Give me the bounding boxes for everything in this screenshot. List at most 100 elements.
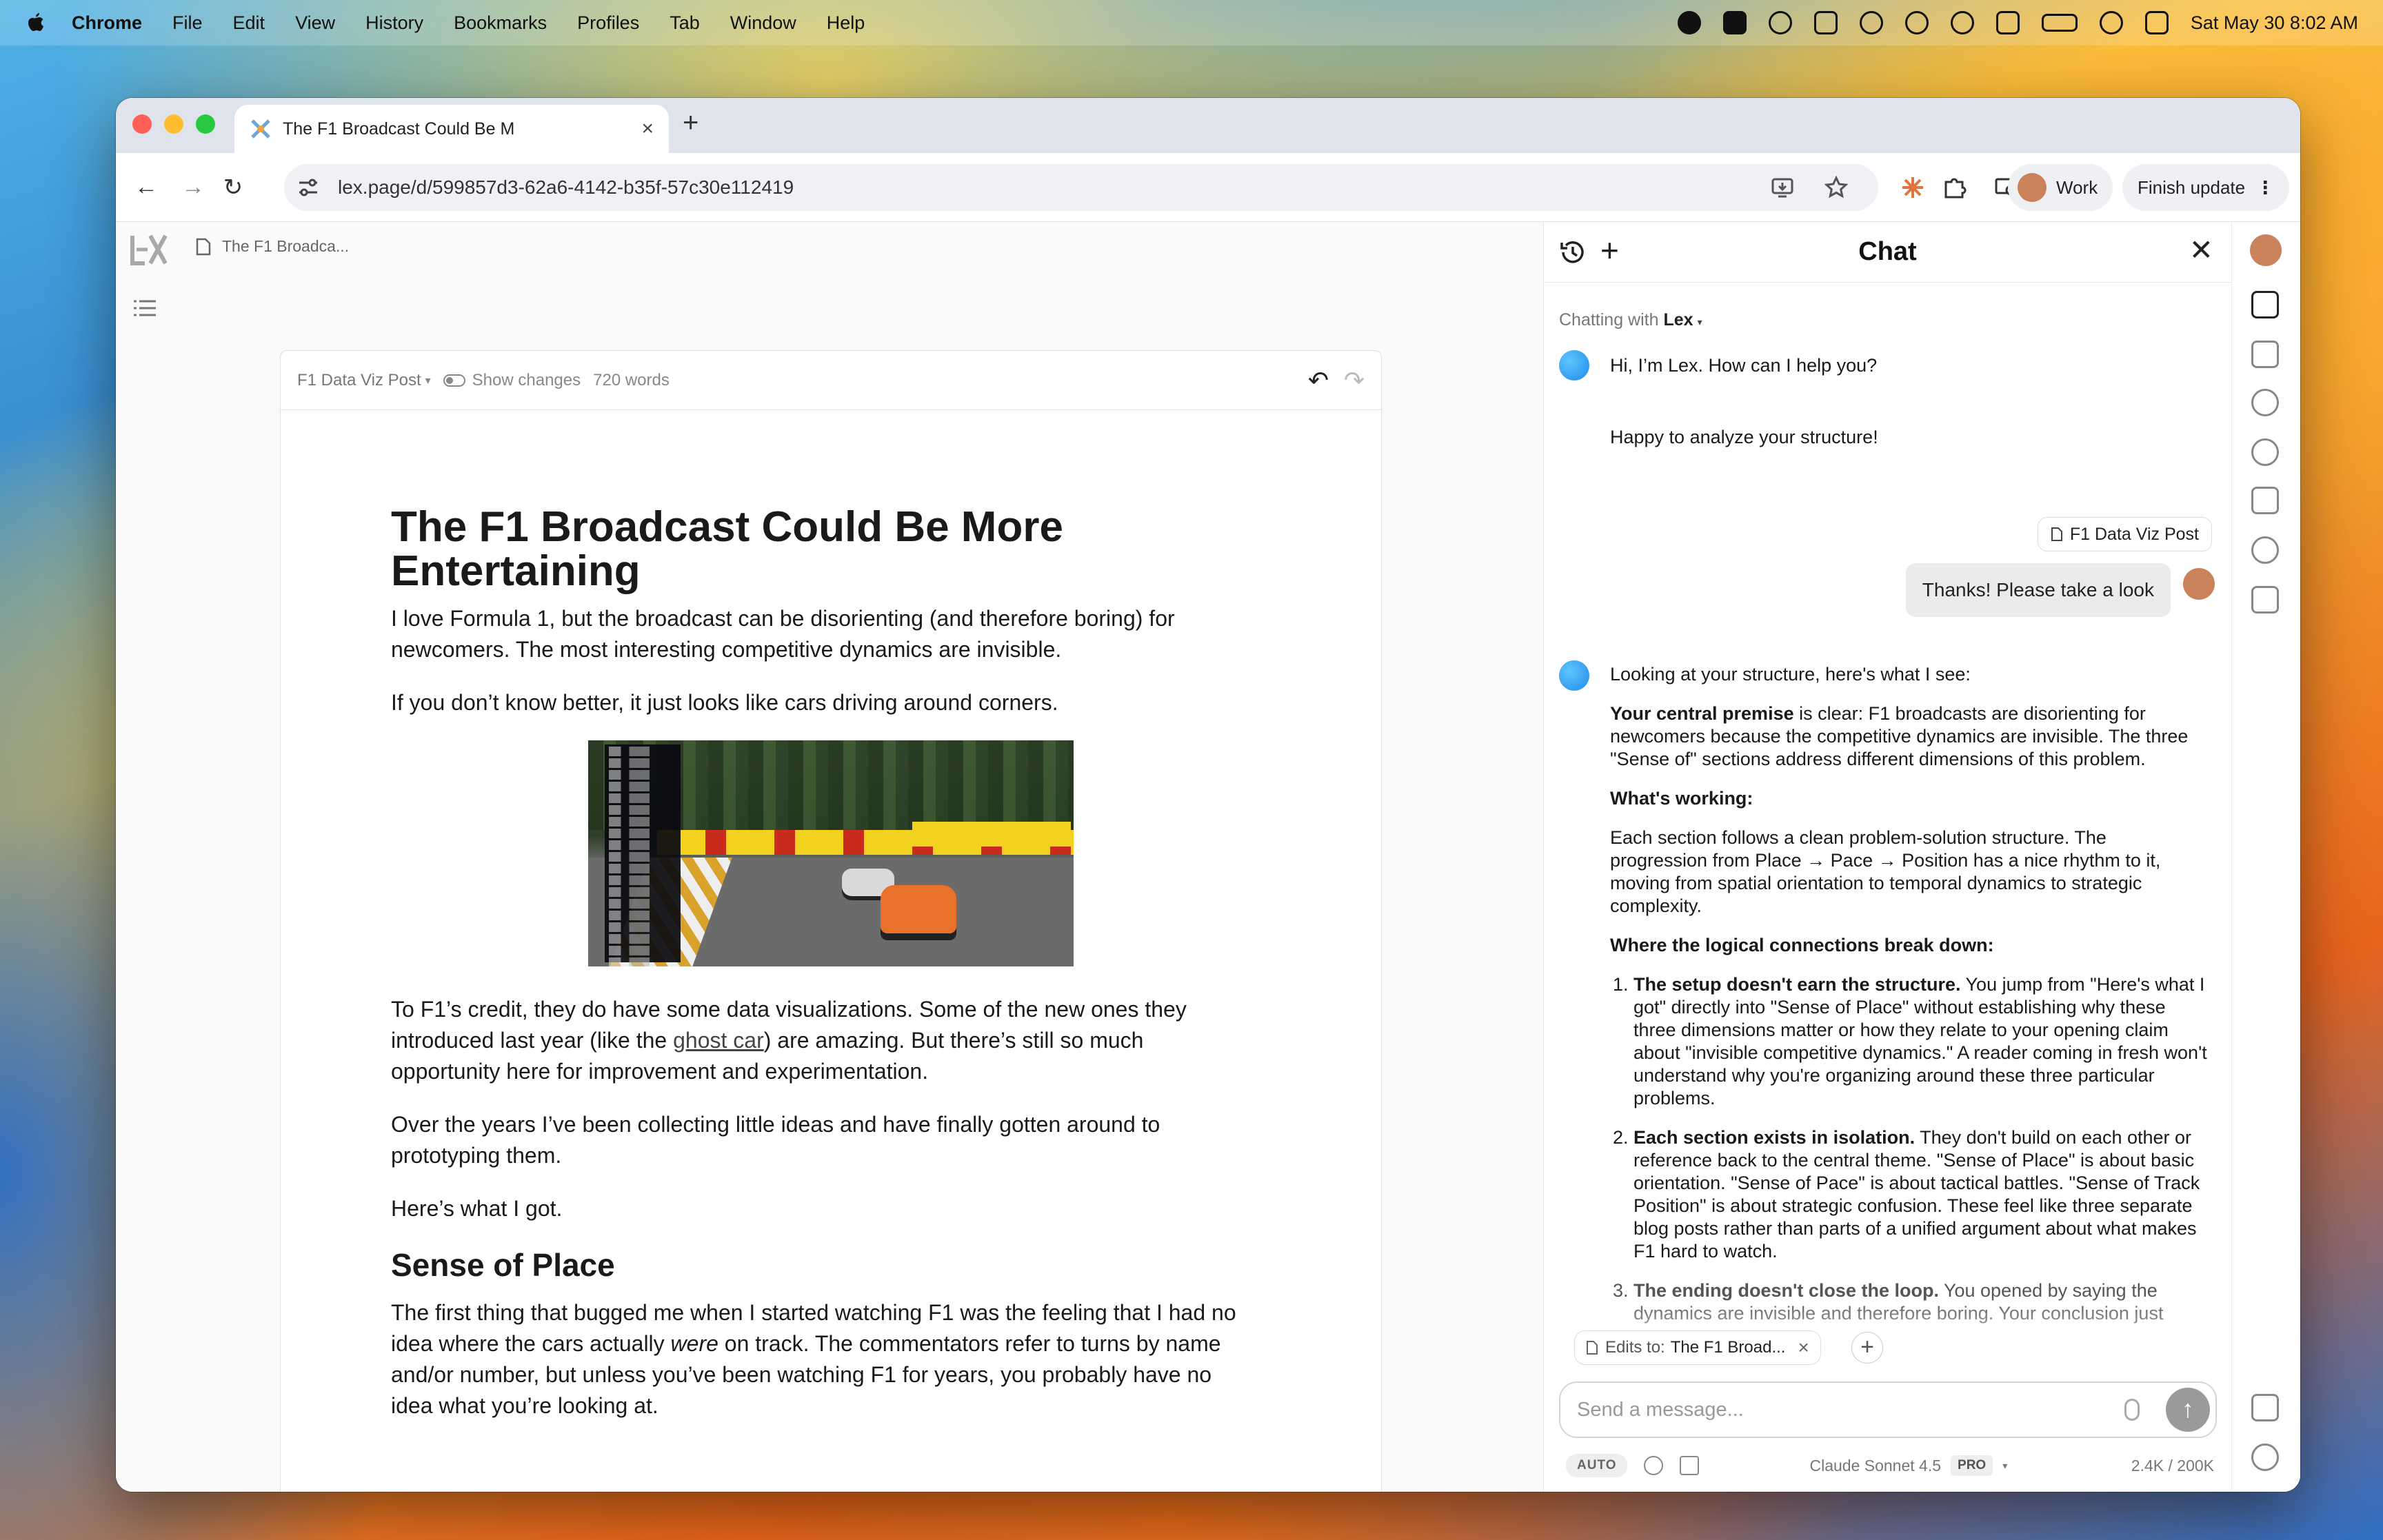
outline-list-icon[interactable] — [132, 298, 157, 318]
article-title[interactable]: The F1 Broadcast Could Be More Entertain… — [391, 505, 1246, 594]
tab-active[interactable]: The F1 Broadcast Could Be M × — [234, 105, 669, 153]
menu-view[interactable]: View — [295, 12, 335, 34]
extensions-puzzle-icon[interactable] — [1942, 175, 1967, 200]
checks-icon[interactable] — [2251, 341, 2279, 368]
article-paragraph[interactable]: I love Formula 1, but the broadcast can … — [391, 603, 1246, 665]
menubar-clock[interactable]: Sat May 30 8:02 AM — [2191, 12, 2358, 34]
wifi-icon[interactable] — [1995, 11, 2020, 34]
menu-edit[interactable]: Edit — [233, 12, 265, 34]
one-password-icon[interactable] — [1768, 11, 1792, 34]
analysis-point: Each section exists in isolation. They d… — [1633, 1126, 2207, 1263]
show-changes-toggle[interactable] — [443, 374, 465, 387]
cloud-sync-icon[interactable] — [1859, 11, 1883, 34]
window-minimize-button[interactable] — [164, 114, 183, 134]
more-menu-icon[interactable]: ⋮ — [2256, 177, 2274, 199]
chatting-with-selector[interactable]: Chatting with Lex ▾ — [1559, 310, 1702, 330]
article-paragraph[interactable]: The first thing that bugged me when I st… — [391, 1297, 1246, 1421]
microphone-icon[interactable] — [2124, 1399, 2140, 1421]
menu-app-name[interactable]: Chrome — [72, 12, 142, 34]
close-chat-icon[interactable]: ✕ — [2189, 233, 2213, 267]
hud-icon[interactable] — [1904, 11, 1929, 34]
message-input[interactable]: Send a message... — [1577, 1399, 2124, 1421]
send-arrow-icon[interactable]: ↑ — [2166, 1388, 2210, 1432]
user-message: Thanks! Please take a look — [1905, 563, 2171, 617]
undo-icon[interactable]: ↶ — [1308, 366, 1329, 395]
menu-tab[interactable]: Tab — [670, 12, 700, 34]
model-chevron-icon[interactable]: ▾ — [2002, 1460, 2007, 1472]
help-icon[interactable] — [2251, 1443, 2279, 1471]
redo-icon[interactable]: ↷ — [1344, 366, 1365, 395]
breadcrumb[interactable]: The F1 Broadca... — [196, 237, 349, 256]
word-count: 720 words — [593, 370, 670, 389]
assistant-chevron-icon[interactable]: ▾ — [1698, 316, 1702, 327]
ghost-car-link[interactable]: ghost car — [673, 1028, 764, 1053]
install-app-icon[interactable] — [1771, 176, 1794, 199]
new-tab-icon[interactable]: + — [683, 108, 698, 139]
article-body[interactable]: The F1 Broadcast Could Be More Entertain… — [391, 505, 1246, 1443]
section-heading[interactable]: Sense of Place — [391, 1246, 1246, 1284]
profile-button[interactable]: Work — [2008, 164, 2113, 211]
show-changes-label[interactable]: Show changes — [472, 371, 581, 390]
back-arrow-icon[interactable]: ← — [132, 174, 160, 201]
image-pirelli-banner — [912, 822, 1071, 847]
address-bar[interactable]: lex.page/d/599857d3-62a6-4142-b35f-57c30… — [284, 164, 1878, 211]
token-usage: 2.4K / 200K — [2131, 1456, 2214, 1475]
screen-time-icon[interactable] — [1813, 11, 1838, 34]
url-text[interactable]: lex.page/d/599857d3-62a6-4142-b35f-57c30… — [338, 176, 1771, 199]
doc-selector[interactable]: F1 Data Viz Post — [297, 371, 421, 390]
settings-gear-icon[interactable] — [2251, 536, 2279, 564]
edits-target-doc: The F1 Broad... — [1670, 1338, 1786, 1357]
menu-bookmarks[interactable]: Bookmarks — [454, 12, 547, 34]
lightbulb-icon[interactable] — [2251, 389, 2279, 416]
menu-history[interactable]: History — [365, 12, 423, 34]
claude-status-icon[interactable] — [1722, 11, 1747, 34]
timer-icon[interactable] — [2251, 438, 2279, 466]
control-center-icon[interactable] — [2144, 11, 2169, 34]
window-zoom-button[interactable] — [196, 114, 215, 134]
profile-avatar — [2018, 173, 2047, 202]
tools-icon[interactable] — [2251, 487, 2279, 514]
web-access-off-icon[interactable] — [1680, 1456, 1700, 1475]
auto-mode-toggle[interactable]: AUTO — [1566, 1454, 1628, 1477]
model-selector[interactable]: Claude Sonnet 4.5 — [1809, 1457, 1941, 1475]
message-composer[interactable]: Send a message... ↑ — [1559, 1381, 2217, 1438]
article-paragraph[interactable]: If you don’t know better, it just looks … — [391, 687, 1246, 718]
web-search-globe-icon[interactable] — [1644, 1456, 1664, 1475]
battery-icon[interactable] — [2041, 14, 2078, 32]
chat-panel: + Chat ✕ Chatting with Lex ▾ Hi, I’m Lex.… — [1543, 222, 2232, 1492]
attached-document-label: F1 Data Viz Post — [2069, 524, 2199, 544]
menu-window[interactable]: Window — [730, 12, 796, 34]
zoom-status-icon[interactable] — [1677, 11, 1701, 34]
finish-update-button[interactable]: Finish update ⋮ — [2122, 164, 2290, 211]
menu-help[interactable]: Help — [827, 12, 865, 34]
spotlight-search-icon[interactable] — [2099, 11, 2123, 34]
doc-selector-chevron-icon[interactable]: ▾ — [425, 374, 431, 387]
apple-menu-icon[interactable] — [26, 12, 46, 34]
privacy-shield-icon[interactable] — [2251, 1394, 2279, 1421]
tab-close-icon[interactable]: × — [641, 117, 654, 141]
f1-broadcast-image[interactable] — [588, 740, 1074, 966]
add-context-icon[interactable]: + — [1851, 1332, 1883, 1364]
claude-extension-icon[interactable] — [1900, 175, 1925, 200]
article-paragraph[interactable]: Here’s what I got. — [391, 1193, 1246, 1224]
share-icon[interactable] — [2251, 586, 2279, 614]
site-settings-icon[interactable] — [296, 176, 320, 199]
attached-document-chip[interactable]: F1 Data Viz Post — [2037, 517, 2212, 551]
remove-edits-target-icon[interactable]: × — [1798, 1337, 1809, 1359]
menu-profiles[interactable]: Profiles — [577, 12, 639, 34]
window-close-button[interactable] — [132, 114, 152, 134]
document-editor[interactable]: F1 Data Viz Post ▾ Show changes 720 word… — [280, 350, 1382, 1492]
forward-arrow-icon[interactable]: → — [179, 174, 207, 201]
article-paragraph[interactable]: Over the years I’ve been collecting litt… — [391, 1109, 1246, 1171]
play-status-icon[interactable] — [1950, 11, 1974, 34]
menu-file[interactable]: File — [172, 12, 203, 34]
bookmark-star-icon[interactable] — [1824, 176, 1848, 199]
edits-target-chip[interactable]: Edits to: The F1 Broad... × — [1574, 1330, 1821, 1365]
lex-app: The F1 Broadca... F1 Data Viz Post ▾ Sho… — [116, 222, 2300, 1492]
account-avatar[interactable] — [2250, 234, 2282, 266]
chat-footer: AUTO Claude Sonnet 4.5 PRO ▾ 2.4K / 200K — [1566, 1452, 2214, 1479]
article-paragraph[interactable]: To F1’s credit, they do have some data v… — [391, 994, 1246, 1087]
reload-icon[interactable]: ↻ — [219, 174, 247, 201]
chat-bubble-icon[interactable] — [2251, 291, 2279, 318]
lex-logo-icon[interactable] — [130, 233, 168, 267]
